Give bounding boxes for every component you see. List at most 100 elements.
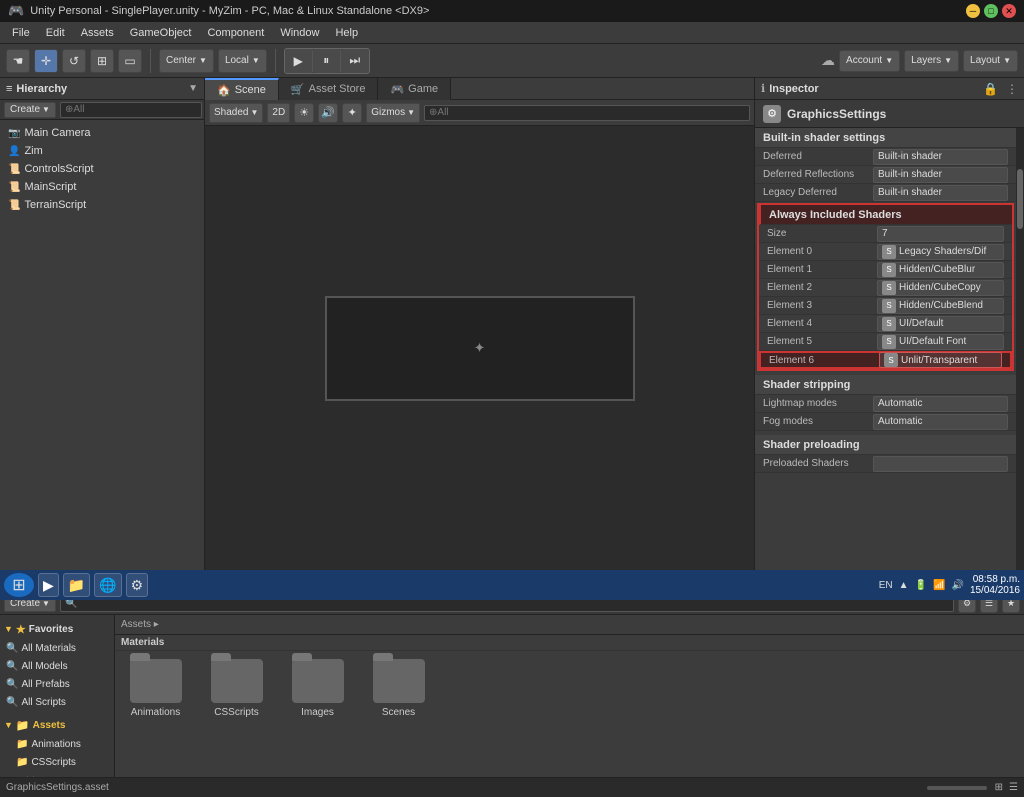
element-2-value[interactable]: S Hidden/CubeCopy (877, 280, 1004, 296)
grid-icon[interactable]: ⊞ (995, 782, 1003, 793)
separator-2 (275, 49, 276, 73)
hand-tool-button[interactable]: ☚ (6, 49, 30, 73)
sidebar-item-all-scripts[interactable]: 🔍 All Scripts (0, 693, 114, 711)
inspector-scroll-thumb[interactable] (1017, 169, 1023, 229)
element-3-value[interactable]: S Hidden/CubeBlend (877, 298, 1004, 314)
scene-view: ✦ (205, 126, 754, 570)
sidebar-item-all-materials[interactable]: 🔍 All Materials (0, 639, 114, 657)
scene-rect: ✦ (325, 296, 635, 401)
2d-button[interactable]: 2D (267, 103, 290, 123)
rect-tool-button[interactable]: ▭ (118, 49, 142, 73)
tab-scene[interactable]: 🏠 Scene (205, 78, 279, 100)
menu-gameobject[interactable]: GameObject (122, 22, 200, 43)
favorites-category[interactable]: ▼ ★ Favorites (0, 619, 114, 639)
menu-edit[interactable]: Edit (38, 22, 73, 43)
shading-mode-dropdown[interactable]: Shaded ▼ (209, 103, 263, 123)
start-button[interactable]: ⊞ (4, 573, 34, 597)
hierarchy-toolbar: Create ▼ (0, 100, 204, 120)
scene-search-input[interactable] (424, 105, 750, 121)
gizmos-dropdown[interactable]: Gizmos ▼ (366, 103, 420, 123)
element-4-value[interactable]: S UI/Default (877, 316, 1004, 332)
menu-help[interactable]: Help (327, 22, 366, 43)
hierarchy-collapse-btn[interactable]: ▼ (188, 83, 198, 94)
element-5-value[interactable]: S UI/Default Font (877, 334, 1004, 350)
layout-dropdown[interactable]: Layout ▼ (963, 50, 1018, 72)
element-0-value[interactable]: S Legacy Shaders/Dif (877, 244, 1004, 260)
element-1-value[interactable]: S Hidden/CubeBlur (877, 262, 1004, 278)
asset-csscripts[interactable]: CSScripts (204, 659, 269, 718)
size-slider[interactable] (927, 786, 987, 790)
status-file: GraphicsSettings.asset (6, 782, 109, 793)
chevron-right-icon: ▼ (12, 776, 21, 777)
fog-modes-value[interactable]: Automatic (873, 414, 1008, 430)
shader-icon: S (882, 281, 896, 295)
pause-button[interactable]: ⏸ (313, 49, 341, 73)
scene-fx-btn[interactable]: ✦ (342, 103, 362, 123)
store-icon: 🛒 (291, 83, 305, 96)
sidebar-item-all-models[interactable]: 🔍 All Models (0, 657, 114, 675)
lock-icon[interactable]: 🔒 (983, 82, 998, 96)
sidebar-item-all-prefabs[interactable]: 🔍 All Prefabs (0, 675, 114, 693)
legacy-deferred-value[interactable]: Built-in shader (873, 185, 1008, 201)
volume-icon: 🔊 (951, 580, 963, 591)
play-button[interactable]: ▶ (285, 49, 313, 73)
tab-asset-store[interactable]: 🛒 Asset Store (279, 78, 379, 100)
hierarchy-item-zim[interactable]: 👤 Zim (0, 142, 204, 160)
menu-component[interactable]: Component (199, 22, 272, 43)
asset-animations[interactable]: Animations (123, 659, 188, 718)
lightmap-modes-value[interactable]: Automatic (873, 396, 1008, 412)
asset-scenes[interactable]: Scenes (366, 659, 431, 718)
close-button[interactable]: ✕ (1002, 4, 1016, 18)
script-icon: 📜 (8, 164, 20, 175)
menu-window[interactable]: Window (272, 22, 327, 43)
sidebar-item-csscripts[interactable]: 📁 CSScripts (0, 753, 114, 771)
scene-audio-btn[interactable]: 🔊 (318, 103, 338, 123)
scale-tool-button[interactable]: ⊞ (90, 49, 114, 73)
step-button[interactable]: ⏭ (341, 49, 369, 73)
account-dropdown[interactable]: Account ▼ (839, 50, 900, 72)
hierarchy-search-input[interactable] (60, 102, 202, 118)
move-tool-button[interactable]: ✛ (34, 49, 58, 73)
local-button[interactable]: Local ▼ (218, 49, 267, 73)
scene-light-btn[interactable]: ☀ (294, 103, 314, 123)
chevron-down-icon: ▼ (42, 105, 50, 114)
object-icon: 👤 (8, 146, 20, 157)
deferred-reflections-value[interactable]: Built-in shader (873, 167, 1008, 183)
inspector-scrollbar[interactable] (1016, 128, 1024, 570)
tab-game[interactable]: 🎮 Game (378, 78, 451, 100)
taskbar-media-btn[interactable]: ▶ (38, 573, 59, 597)
menu-assets[interactable]: Assets (73, 22, 122, 43)
preloaded-shaders-value[interactable] (873, 456, 1008, 472)
menu-file[interactable]: File (4, 22, 38, 43)
sidebar-item-animations[interactable]: 📁 Animations (0, 735, 114, 753)
element-6-value[interactable]: S Unlit/Transparent (879, 352, 1002, 368)
taskbar-files-btn[interactable]: 📁 (63, 573, 90, 597)
hierarchy-item-main-script[interactable]: 📜 MainScript (0, 178, 204, 196)
assets-category[interactable]: ▼ 📁 Assets (0, 715, 114, 735)
menu-icon[interactable]: ⋮ (1006, 82, 1018, 96)
hierarchy-item-controls-script[interactable]: 📜 ControlsScript (0, 160, 204, 178)
minimize-button[interactable]: ─ (966, 4, 980, 18)
list-icon[interactable]: ☰ (1009, 782, 1018, 793)
taskbar-unity-btn[interactable]: ⚙ (126, 573, 149, 597)
hierarchy-create-button[interactable]: Create ▼ (4, 102, 56, 118)
toolbar: ☚ ✛ ↺ ⊞ ▭ Center ▼ Local ▼ ▶ ⏸ ⏭ ☁ Accou… (0, 44, 1024, 78)
hierarchy-item-terrain-script[interactable]: 📜 TerrainScript (0, 196, 204, 214)
taskbar-browser-btn[interactable]: 🌐 (94, 573, 121, 597)
files-icon: 📁 (68, 577, 85, 594)
taskbar-right: EN ▲ 🔋 📶 🔊 08:58 p.m. 15/04/2016 (879, 574, 1020, 596)
layers-dropdown[interactable]: Layers ▼ (904, 50, 959, 72)
language-label: EN (879, 580, 893, 591)
network-icon: 📶 (933, 580, 945, 591)
deferred-value[interactable]: Built-in shader (873, 149, 1008, 165)
size-value[interactable]: 7 (877, 226, 1004, 242)
size-row: Size 7 (759, 225, 1012, 243)
center-button[interactable]: Center ▼ (159, 49, 214, 73)
hierarchy-panel: ≡ Hierarchy ▼ Create ▼ 📷 Main Camera 👤 Z… (0, 78, 205, 570)
rotate-tool-button[interactable]: ↺ (62, 49, 86, 73)
hierarchy-item-main-camera[interactable]: 📷 Main Camera (0, 124, 204, 142)
maximize-button[interactable]: □ (984, 4, 998, 18)
favorites-icon: ★ (16, 623, 26, 636)
asset-images[interactable]: Images (285, 659, 350, 718)
images-category[interactable]: ▼ 📁 Images (0, 771, 114, 777)
